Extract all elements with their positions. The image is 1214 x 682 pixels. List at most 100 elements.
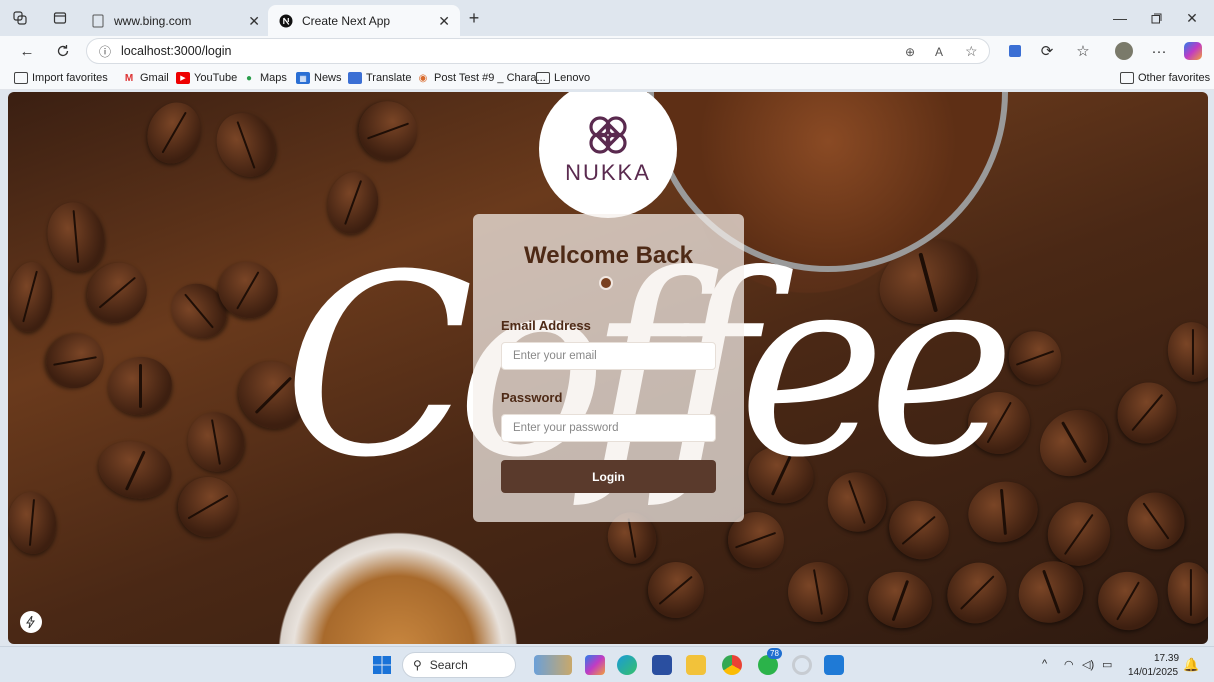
decorative-dot — [599, 276, 613, 290]
login-button[interactable]: Login — [501, 460, 716, 493]
news-icon: ▦ — [296, 72, 310, 84]
bookmark-translate[interactable]: Translate — [348, 70, 411, 86]
bookmark-gmail[interactable]: M Gmail — [122, 70, 169, 86]
tab-title: www.bing.com — [114, 13, 192, 28]
bookmark-label: News — [314, 72, 342, 84]
minimize-icon[interactable]: — — [1106, 6, 1134, 30]
volume-icon[interactable]: ◁) — [1082, 658, 1094, 671]
coffee-bean — [138, 94, 210, 172]
page-icon — [90, 13, 106, 29]
profile-avatar[interactable] — [1111, 39, 1137, 63]
coffee-bean — [1163, 318, 1208, 386]
close-tab-icon[interactable]: ✕ — [248, 13, 260, 30]
gmail-icon: M — [124, 72, 134, 84]
bookmark-lenovo[interactable]: Lenovo — [536, 70, 590, 86]
windows-start-icon[interactable] — [373, 656, 391, 674]
vscode-icon[interactable] — [824, 655, 844, 675]
bookmark-youtube[interactable]: ▶ YouTube — [176, 70, 237, 86]
refresh-icon[interactable] — [50, 39, 76, 63]
page-viewport: Coffee NUKKA Welcome Back Email Address … — [8, 92, 1208, 644]
coffee-bean — [863, 566, 937, 634]
bookmark-label: Translate — [366, 72, 412, 84]
notification-bell-icon[interactable]: 🔔 — [1183, 657, 1199, 673]
chrome-icon[interactable] — [722, 655, 742, 675]
close-window-icon[interactable]: ✕ — [1178, 6, 1206, 30]
bookmarks-bar: Import favorites M Gmail ▶ YouTube ● Map… — [0, 66, 1214, 90]
coffee-bean — [347, 92, 429, 172]
coffee-bean — [1162, 558, 1208, 628]
battery-icon[interactable]: ▭ — [1102, 658, 1112, 671]
nextjs-dev-indicator-icon[interactable] — [20, 611, 42, 633]
store-icon[interactable] — [652, 655, 672, 675]
tab-bing[interactable]: www.bing.com ✕ — [80, 5, 270, 36]
password-label: Password — [501, 390, 563, 405]
wifi-icon[interactable]: ◠ — [1064, 658, 1074, 671]
folder-icon — [536, 72, 550, 84]
site-icon: ◉ — [418, 72, 428, 84]
address-bar[interactable]: ⓘ localhost:3000/login ⊕ A ☆ — [86, 38, 990, 64]
bookmark-news[interactable]: ▦ News — [296, 70, 342, 86]
translate-icon — [348, 72, 362, 84]
logo-text: NUKKA — [565, 160, 651, 185]
new-tab-icon[interactable]: + — [460, 4, 488, 32]
bookmark-label: Import favorites — [32, 72, 108, 84]
coffee-bean — [636, 550, 716, 630]
back-icon[interactable]: ← — [14, 39, 40, 63]
windows-taskbar: ⚲ Search 78 ^ ◠ ◁) ▭ 17.39 14/01/2025 🔔 — [0, 646, 1214, 682]
other-favorites-folder[interactable]: Other favorites — [1120, 70, 1210, 86]
app-icon[interactable] — [792, 655, 812, 675]
coffee-bean — [179, 404, 253, 480]
close-tab-icon[interactable]: ✕ — [438, 13, 450, 30]
clock-date[interactable]: 14/01/2025 — [1128, 667, 1178, 678]
email-input[interactable]: Enter your email — [501, 342, 716, 370]
bookmark-maps[interactable]: ● Maps — [242, 70, 287, 86]
coffee-bean — [935, 550, 1019, 636]
tab-title: Create Next App — [302, 13, 391, 28]
read-aloud-icon[interactable]: A — [935, 45, 943, 59]
search-icon: ⚲ — [413, 658, 422, 672]
coffee-bean — [92, 433, 178, 507]
taskbar-search[interactable]: ⚲ Search — [402, 652, 516, 678]
login-card: Welcome Back Email Address Enter your em… — [473, 214, 744, 522]
tab-create-next-app[interactable]: Create Next App ✕ — [268, 5, 460, 36]
workspaces-icon[interactable] — [6, 4, 34, 32]
coffee-bean — [39, 195, 113, 279]
whatsapp-icon[interactable]: 78 — [758, 648, 782, 675]
bookmark-label: Lenovo — [554, 72, 591, 84]
password-input[interactable]: Enter your password — [501, 414, 716, 442]
favorite-star-icon[interactable]: ☆ — [965, 43, 978, 60]
widgets-icon[interactable] — [534, 655, 572, 675]
translate-extension-icon[interactable] — [1002, 39, 1028, 63]
coffee-bean — [38, 325, 112, 397]
extensions-icon[interactable]: ⟳ — [1034, 39, 1060, 63]
more-icon[interactable]: ··· — [1146, 39, 1172, 63]
tab-actions-icon[interactable] — [46, 4, 74, 32]
bookmark-post-test[interactable]: ◉ Post Test #9 _ Chara... — [416, 70, 546, 86]
maps-icon: ● — [245, 72, 253, 84]
notification-badge: 78 — [767, 648, 782, 659]
bookmark-import-favorites[interactable]: Import favorites — [14, 70, 108, 86]
coffee-bean — [1089, 563, 1167, 639]
coffee-bean — [165, 464, 251, 550]
tray-chevron-icon[interactable]: ^ — [1042, 658, 1047, 670]
bookmark-label: YouTube — [194, 72, 238, 84]
coffee-bean — [1106, 371, 1188, 455]
email-label: Email Address — [501, 318, 591, 333]
zoom-icon[interactable]: ⊕ — [905, 45, 915, 59]
nextjs-icon — [278, 13, 294, 29]
file-explorer-icon[interactable] — [686, 655, 706, 675]
restore-icon[interactable] — [1142, 6, 1170, 30]
coffee-bean — [103, 351, 177, 421]
logo-knot-icon — [589, 116, 627, 154]
clock-time[interactable]: 17.39 — [1154, 653, 1179, 664]
favorites-icon[interactable]: ☆ — [1070, 39, 1096, 63]
copilot-icon[interactable] — [1180, 39, 1206, 63]
coffee-bean — [205, 102, 287, 188]
coffee-bean — [998, 321, 1072, 395]
site-info-icon[interactable]: ⓘ — [99, 43, 111, 60]
coffee-bean — [8, 260, 55, 334]
edge-icon[interactable] — [617, 655, 637, 675]
copilot-taskbar-icon[interactable] — [585, 655, 605, 675]
bookmark-label: Other favorites — [1138, 72, 1211, 84]
bookmark-label: Gmail — [140, 72, 169, 84]
